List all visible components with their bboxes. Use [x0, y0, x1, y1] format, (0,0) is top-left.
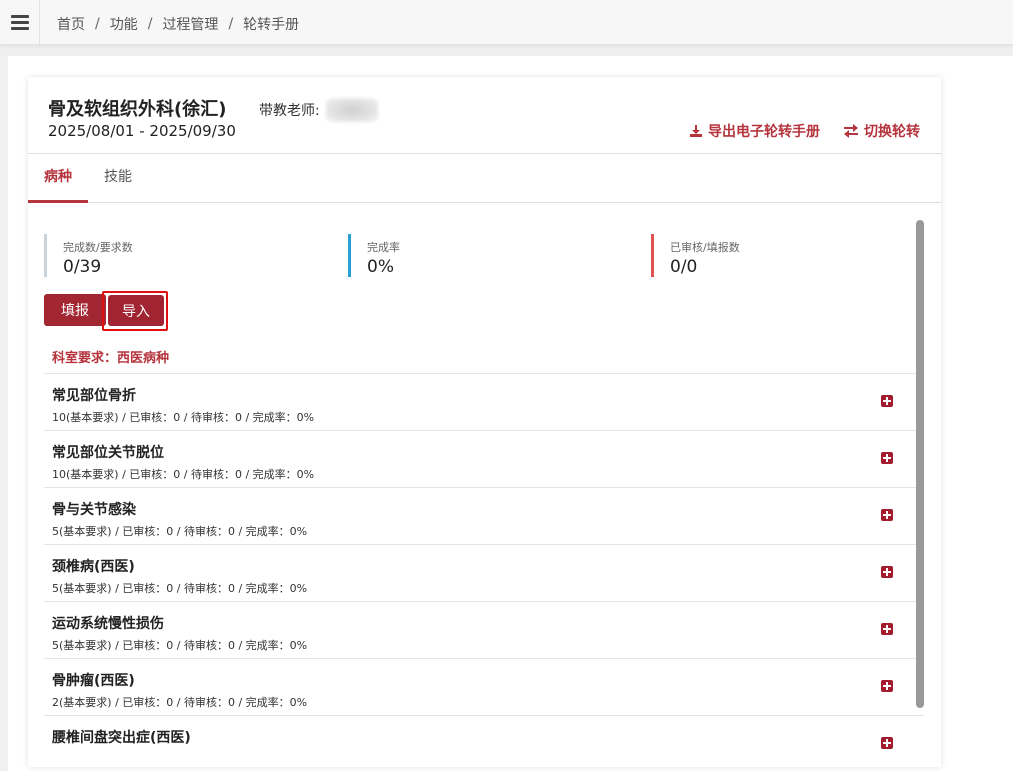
- list-item: 颈椎病(西医) 5(基本要求) / 已审核：0 / 待审核：0 / 完成率：0%: [44, 544, 924, 601]
- export-handbook-button[interactable]: 导出电子轮转手册: [689, 121, 820, 141]
- list-item: 运动系统慢性损伤 5(基本要求) / 已审核：0 / 待审核：0 / 完成率：0…: [44, 601, 924, 658]
- hamburger-icon: [10, 12, 29, 33]
- list-item: 常见部位骨折 10(基本要求) / 已审核：0 / 待审核：0 / 完成率：0%: [44, 373, 924, 430]
- top-bar: 首页 / 功能 / 过程管理 / 轮转手册: [0, 0, 1013, 45]
- expand-plus-icon[interactable]: [881, 452, 893, 464]
- stat-label: 完成率: [367, 241, 400, 254]
- breadcrumb-rotation-handbook: 轮转手册: [243, 17, 300, 33]
- scrollbar[interactable]: [916, 220, 924, 708]
- list-item: 腰椎间盘突出症(西医): [44, 715, 924, 767]
- breadcrumb-features[interactable]: 功能: [110, 14, 138, 34]
- teacher-info: 带教老师:: [259, 98, 378, 122]
- list-item: 常见部位关节脱位 10(基本要求) / 已审核：0 / 待审核：0 / 完成率：…: [44, 430, 924, 487]
- stat-completed-required: 完成数/要求数 0/39: [44, 234, 133, 277]
- item-name: 骨肿瘤(西医): [52, 673, 135, 689]
- breadcrumb: 首页 / 功能 / 过程管理 / 轮转手册: [57, 14, 299, 34]
- item-name: 颈椎病(西医): [52, 559, 135, 575]
- fill-report-button[interactable]: 填报: [44, 294, 106, 326]
- item-meta: 5(基本要求) / 已审核：0 / 待审核：0 / 完成率：0%: [52, 639, 308, 652]
- download-icon: [690, 125, 702, 137]
- department-requirement: 科室要求：西医病种: [52, 351, 170, 366]
- stat-label: 已审核/填报数: [670, 241, 740, 254]
- rotation-date-range: 2025/08/01 - 2025/09/30: [48, 122, 236, 140]
- stat-value: 0/39: [63, 257, 102, 277]
- switch-rotation-label: 切换轮转: [864, 124, 920, 140]
- main-content: 骨及软组织外科(徐汇) 带教老师: 2025/08/01 - 2025/09/3…: [8, 56, 1013, 771]
- item-meta: 2(基本要求) / 已审核：0 / 待审核：0 / 完成率：0%: [52, 696, 308, 709]
- item-meta: 10(基本要求) / 已审核：0 / 待审核：0 / 完成率：0%: [52, 411, 315, 424]
- stat-value: 0%: [367, 257, 394, 277]
- expand-plus-icon[interactable]: [881, 395, 893, 407]
- stat-completion-rate: 完成率 0%: [348, 234, 400, 277]
- item-name: 运动系统慢性损伤: [52, 616, 164, 632]
- breadcrumb-process-management[interactable]: 过程管理: [162, 14, 218, 34]
- tab-skills[interactable]: 技能: [92, 154, 144, 203]
- switch-rotation-button[interactable]: 切换轮转: [843, 121, 920, 141]
- menu-toggle-button[interactable]: [0, 0, 40, 45]
- item-name: 骨与关节感染: [52, 502, 136, 518]
- expand-plus-icon[interactable]: [881, 737, 893, 749]
- item-meta: 10(基本要求) / 已审核：0 / 待审核：0 / 完成率：0%: [52, 468, 315, 481]
- item-name: 常见部位关节脱位: [52, 445, 164, 461]
- stat-value: 0/0: [670, 257, 698, 277]
- exchange-icon: [844, 124, 858, 138]
- expand-plus-icon[interactable]: [881, 680, 893, 692]
- tab-diseases[interactable]: 病种: [28, 154, 88, 203]
- stat-label: 完成数/要求数: [63, 241, 133, 254]
- teacher-label: 带教老师:: [259, 103, 320, 119]
- item-name: 腰椎间盘突出症(西医): [52, 730, 191, 746]
- disease-list: 常见部位骨折 10(基本要求) / 已审核：0 / 待审核：0 / 完成率：0%…: [44, 373, 924, 767]
- breadcrumb-home[interactable]: 首页: [57, 14, 85, 34]
- list-item: 骨与关节感染 5(基本要求) / 已审核：0 / 待审核：0 / 完成率：0%: [44, 487, 924, 544]
- stat-reviewed-submitted: 已审核/填报数 0/0: [651, 234, 740, 277]
- tab-panel: 完成数/要求数 0/39 完成率 0% 已审核/填报数 0/0 填报 导入 科室…: [28, 204, 941, 767]
- expand-plus-icon[interactable]: [881, 566, 893, 578]
- export-handbook-label: 导出电子轮转手册: [708, 124, 820, 140]
- rotation-card: 骨及软组织外科(徐汇) 带教老师: 2025/08/01 - 2025/09/3…: [28, 77, 941, 767]
- breadcrumb-separator: /: [95, 16, 100, 32]
- tab-bar: 病种 技能: [28, 154, 941, 203]
- teacher-name-redacted: [325, 98, 378, 122]
- expand-plus-icon[interactable]: [881, 623, 893, 635]
- breadcrumb-separator: /: [228, 16, 234, 32]
- item-meta: 5(基本要求) / 已审核：0 / 待审核：0 / 完成率：0%: [52, 525, 308, 538]
- department-title: 骨及软组织外科(徐汇): [48, 99, 227, 120]
- list-item: 骨肿瘤(西医) 2(基本要求) / 已审核：0 / 待审核：0 / 完成率：0%: [44, 658, 924, 715]
- item-name: 常见部位骨折: [52, 388, 136, 404]
- import-button[interactable]: 导入: [108, 295, 164, 326]
- item-meta: 5(基本要求) / 已审核：0 / 待审核：0 / 完成率：0%: [52, 582, 308, 595]
- breadcrumb-separator: /: [147, 16, 153, 32]
- expand-plus-icon[interactable]: [881, 509, 893, 521]
